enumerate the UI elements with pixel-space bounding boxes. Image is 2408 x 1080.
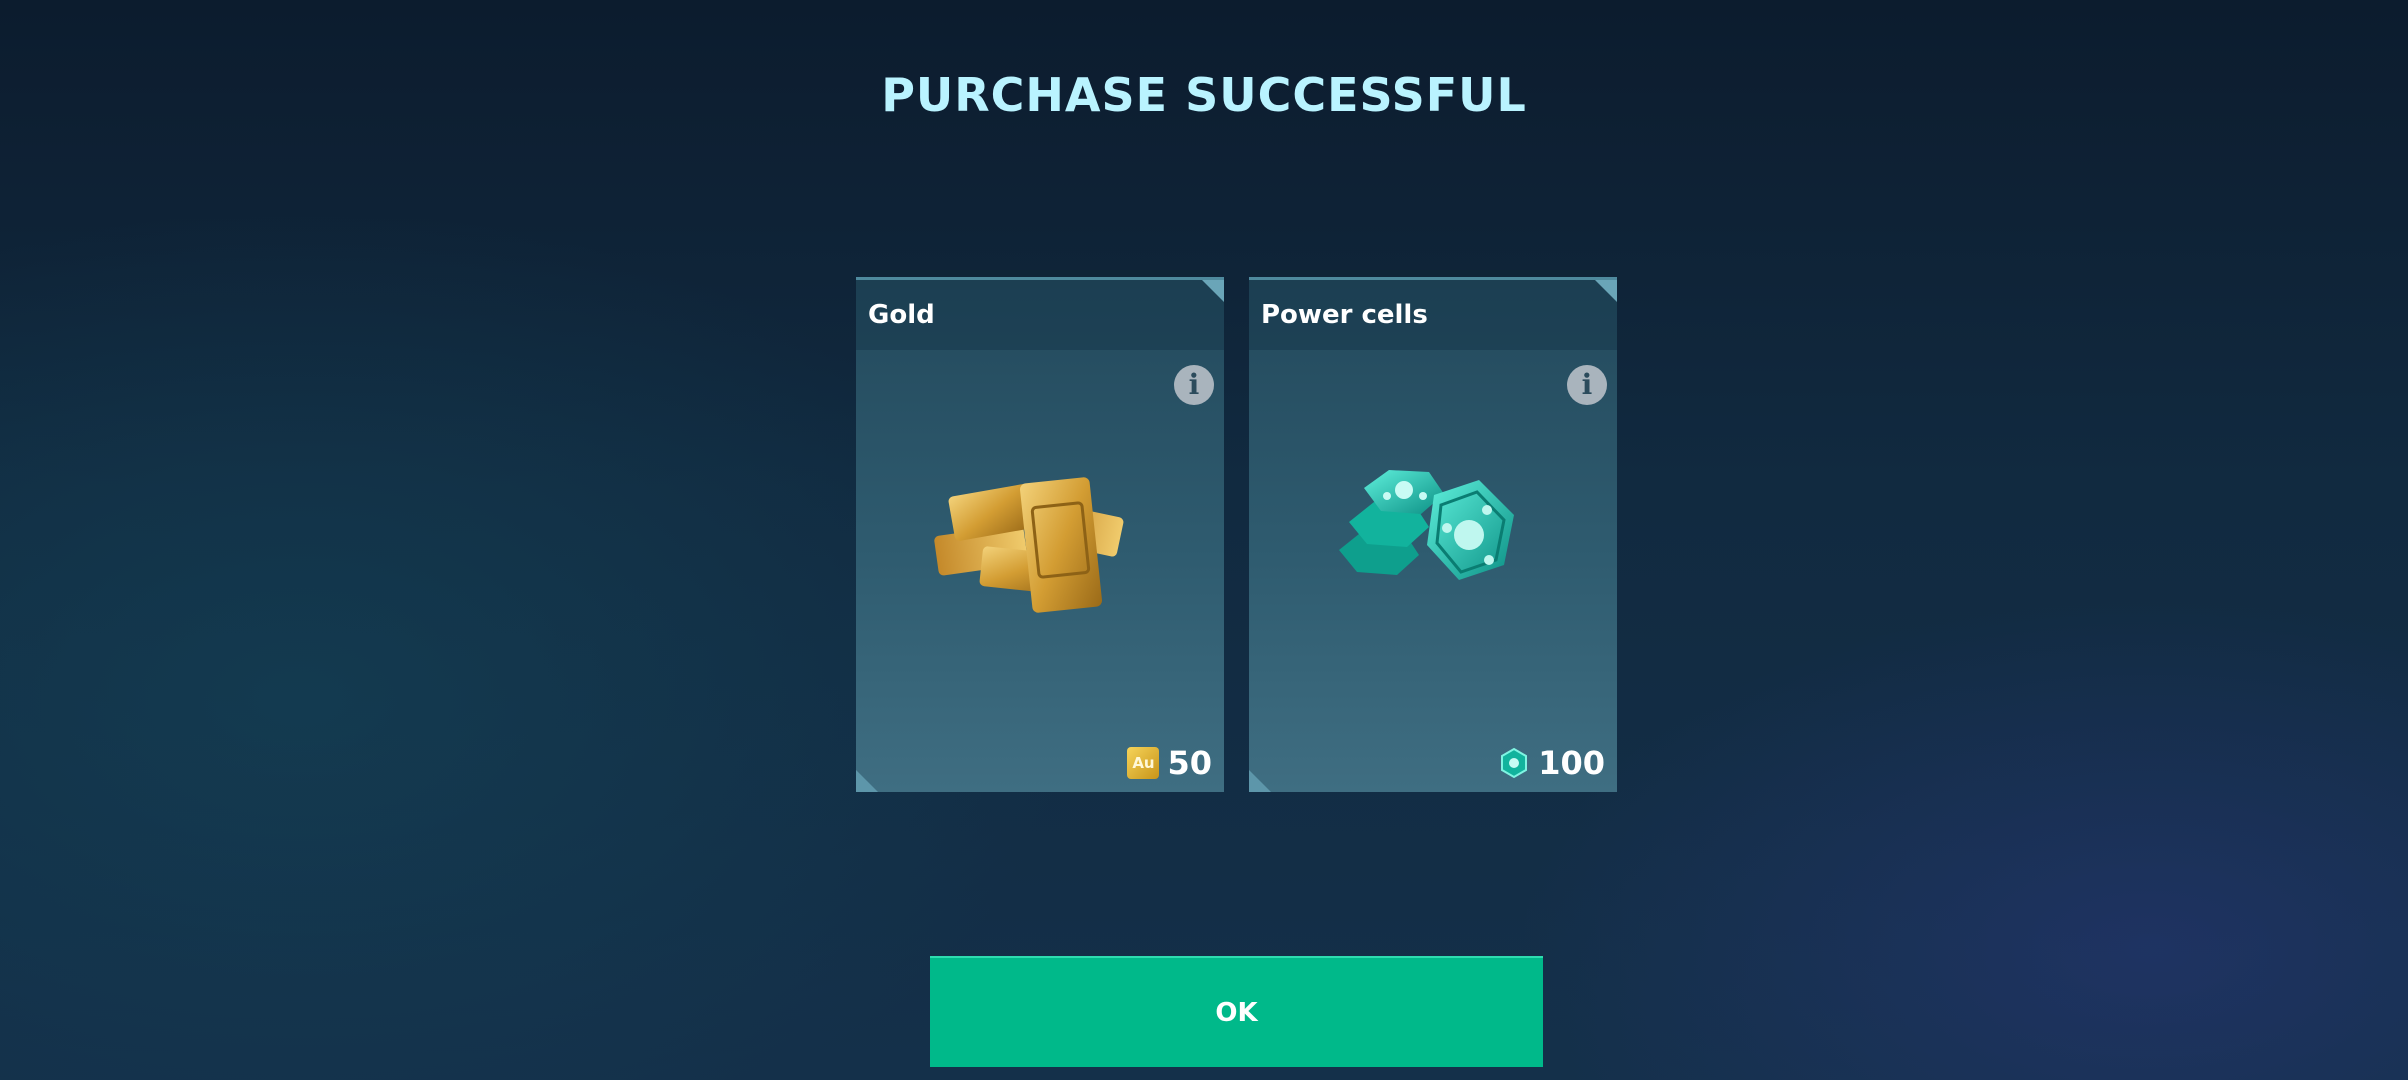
info-icon[interactable]: i [1567,365,1607,405]
card-corner-decoration [1595,280,1617,302]
card-corner-decoration [1249,770,1271,792]
amount-value: 100 [1538,744,1605,782]
power-cell-icon [1501,747,1528,779]
reward-card-gold[interactable]: Gold i Au 50 [856,277,1224,792]
page-title: PURCHASE SUCCESSFUL [881,68,1527,122]
card-corner-decoration [1202,280,1224,302]
gold-bars-image [934,477,1124,613]
amount-value: 50 [1167,744,1212,782]
reward-amount: 100 [1498,744,1605,782]
ok-button[interactable]: OK [930,956,1543,1067]
info-icon[interactable]: i [1174,365,1214,405]
reward-card-power-cells[interactable]: Power cells i 100 [1249,277,1617,792]
card-title-power-cells: Power cells [1261,300,1428,330]
power-cells-image [1339,470,1514,580]
gold-bar-icon: Au [1127,747,1160,779]
card-title-gold: Gold [868,300,935,330]
reward-amount: Au 50 [1127,744,1212,782]
card-corner-decoration [856,770,878,792]
